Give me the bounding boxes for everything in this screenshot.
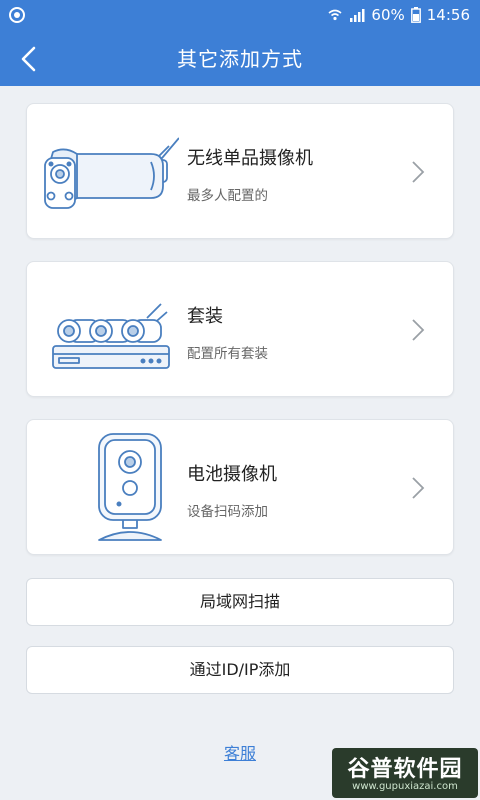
- option-wireless-camera[interactable]: 无线单品摄像机 最多人配置的: [26, 103, 454, 239]
- option-title: 无线单品摄像机: [187, 148, 313, 169]
- add-by-id-ip-button[interactable]: 通过ID/IP添加: [26, 646, 454, 694]
- watermark-url: www.gupuxiazai.com: [352, 781, 458, 792]
- chevron-right-icon: [412, 477, 425, 499]
- title-bar: 其它添加方式: [0, 32, 480, 86]
- battery-camera-icon: [98, 433, 162, 541]
- battery-percent: 60%: [371, 6, 405, 24]
- signal-icon: [350, 9, 365, 22]
- watermark-title: 谷普软件园: [347, 757, 463, 782]
- option-description: 配置所有套装: [187, 346, 268, 362]
- app-notification-icon: [9, 7, 25, 23]
- chevron-right-icon: [412, 161, 425, 183]
- option-title: 套装: [187, 306, 223, 327]
- chevron-right-icon: [412, 319, 425, 341]
- wireless-bullet-camera-icon: [44, 137, 179, 209]
- clock: 14:56: [426, 6, 470, 24]
- option-description: 最多人配置的: [187, 188, 268, 204]
- option-kit[interactable]: 套装 配置所有套装: [26, 261, 454, 397]
- site-watermark: 谷普软件园 www.gupuxiazai.com: [332, 748, 478, 798]
- page-title: 其它添加方式: [177, 47, 303, 71]
- lan-scan-button[interactable]: 局域网扫描: [26, 578, 454, 626]
- option-description: 设备扫码添加: [187, 504, 268, 520]
- option-title: 电池摄像机: [187, 464, 277, 485]
- nvr-kit-icon: [52, 303, 170, 369]
- option-battery-camera[interactable]: 电池摄像机 设备扫码添加: [26, 419, 454, 555]
- battery-icon: [410, 7, 421, 23]
- status-bar: 60% 14:56: [0, 0, 480, 32]
- wifi-icon: [328, 9, 342, 21]
